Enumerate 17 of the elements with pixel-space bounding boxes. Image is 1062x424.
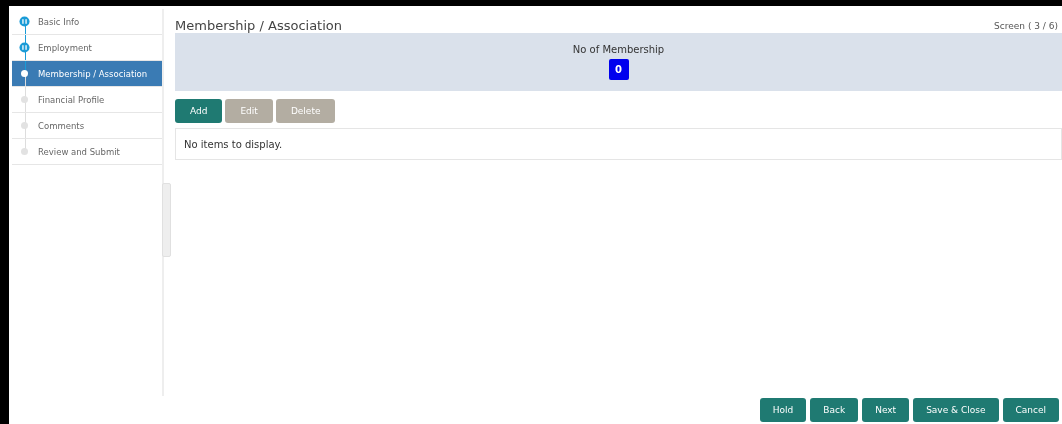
summary-label: No of Membership [572,44,665,55]
step-item[interactable]: Membership / Association [12,61,162,87]
step-item[interactable]: Comments [12,113,162,139]
footer-button[interactable]: Cancel [1002,398,1059,422]
screen-counter: Screen ( 3 / 6) [994,21,1058,33]
footer-button[interactable]: Back [810,398,859,422]
splitter-handle[interactable] [162,183,171,257]
action-button[interactable]: Add [175,99,223,123]
footer-button[interactable]: Hold [759,398,807,422]
count-badge: 0 [608,59,629,80]
empty-message: No items to display. [184,138,283,150]
footer-button[interactable]: Next [862,398,910,422]
footer-button[interactable]: Save & Close [913,398,999,422]
step-item[interactable]: Financial Profile [12,87,162,113]
page-title: Membership / Association [175,18,342,33]
step-item[interactable]: Basic Info [12,9,162,35]
step-item[interactable]: Review and Submit [12,139,162,165]
